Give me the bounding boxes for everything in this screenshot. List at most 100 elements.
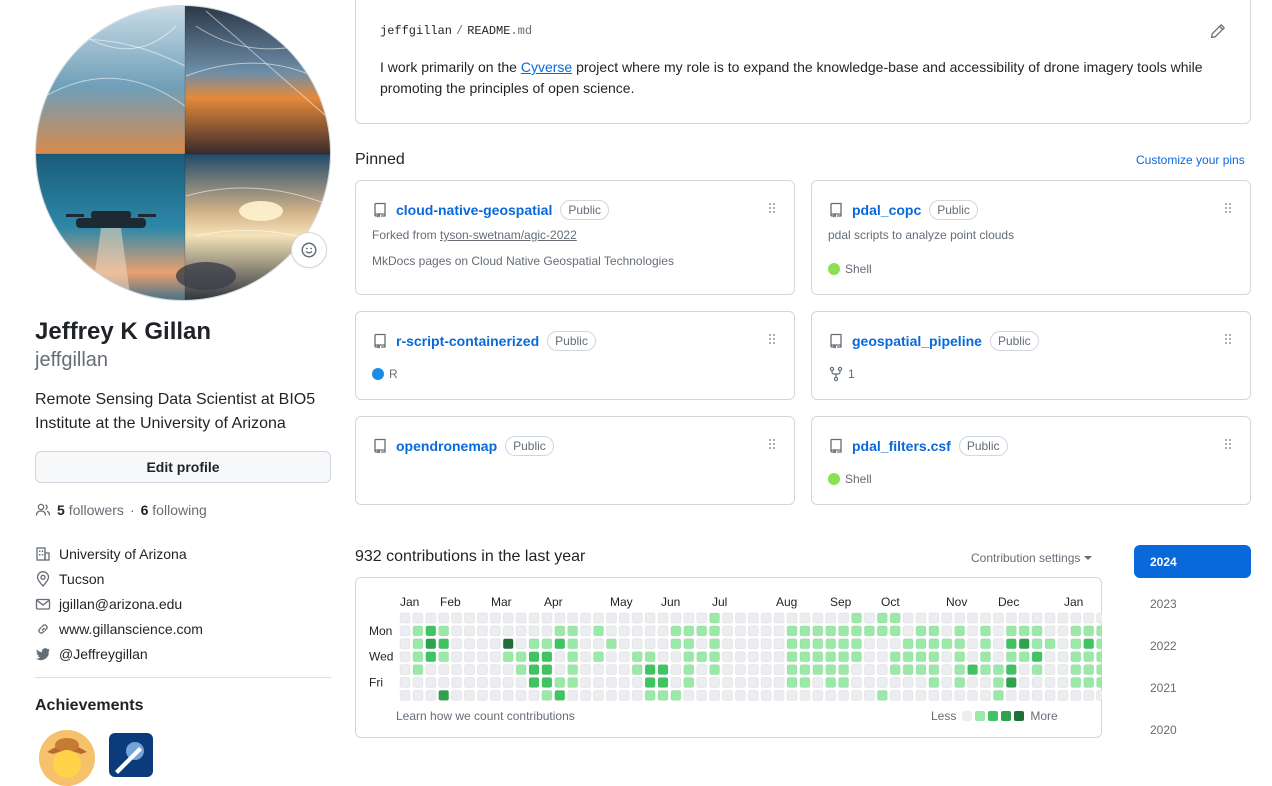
contribution-day[interactable] (670, 664, 682, 676)
contribution-day[interactable] (709, 677, 721, 688)
contribution-day[interactable] (928, 651, 940, 663)
contribution-day[interactable] (1031, 677, 1043, 688)
contribution-day[interactable] (915, 689, 927, 701)
contribution-day[interactable] (489, 689, 501, 701)
contribution-day[interactable] (825, 625, 837, 637)
contribution-day[interactable] (476, 664, 488, 676)
contribution-day[interactable] (1031, 612, 1043, 624)
contribution-day[interactable] (593, 664, 604, 676)
contribution-day[interactable] (734, 625, 746, 637)
contribution-day[interactable] (515, 638, 527, 650)
contribution-day[interactable] (799, 664, 811, 676)
contribution-day[interactable] (425, 612, 437, 624)
contribution-day[interactable] (464, 612, 475, 624)
contribution-day[interactable] (941, 677, 953, 688)
contribution-day[interactable] (980, 664, 991, 676)
contribution-day[interactable] (1096, 677, 1102, 688)
contribution-day[interactable] (747, 677, 759, 688)
twitter-link[interactable]: @Jeffreygillan (59, 646, 148, 662)
contribution-day[interactable] (489, 612, 501, 624)
contribution-day[interactable] (644, 651, 656, 663)
contribution-day[interactable] (1005, 664, 1017, 676)
contribution-day[interactable] (902, 664, 914, 676)
contribution-day[interactable] (915, 625, 927, 637)
contribution-day[interactable] (1005, 651, 1017, 663)
contribution-day[interactable] (1057, 625, 1069, 637)
contribution-day[interactable] (464, 651, 475, 663)
drag-grip-icon[interactable] (1224, 438, 1232, 450)
contribution-day[interactable] (476, 689, 488, 701)
contribution-day[interactable] (631, 638, 643, 650)
contribution-day[interactable] (567, 651, 579, 663)
contribution-day[interactable] (709, 664, 721, 676)
following-link[interactable]: 6 following (141, 501, 207, 519)
contribution-day[interactable] (528, 664, 540, 676)
contribution-day[interactable] (954, 677, 966, 688)
contribution-day[interactable] (412, 612, 424, 624)
contribution-day[interactable] (696, 638, 708, 650)
contribution-day[interactable] (412, 638, 424, 650)
contribution-day[interactable] (489, 664, 501, 676)
contribution-day[interactable] (928, 638, 940, 650)
contribution-day[interactable] (876, 677, 888, 688)
contribution-day[interactable] (399, 612, 411, 624)
contribution-day[interactable] (760, 689, 772, 701)
contribution-day[interactable] (593, 612, 604, 624)
contribution-day[interactable] (515, 625, 527, 637)
drag-grip-icon[interactable] (768, 333, 776, 345)
contribution-day[interactable] (915, 612, 927, 624)
contribution-day[interactable] (773, 689, 785, 701)
contribution-day[interactable] (1083, 651, 1095, 663)
contribution-day[interactable] (967, 612, 979, 624)
contribution-day[interactable] (464, 677, 475, 688)
contribution-day[interactable] (747, 651, 759, 663)
contribution-day[interactable] (734, 664, 746, 676)
contribution-day[interactable] (812, 625, 824, 637)
contribution-day[interactable] (1096, 638, 1102, 650)
contribution-day[interactable] (799, 689, 811, 701)
contribution-day[interactable] (954, 689, 966, 701)
contribution-day[interactable] (476, 677, 488, 688)
contribution-day[interactable] (941, 664, 953, 676)
edit-profile-button[interactable]: Edit profile (35, 451, 331, 483)
contribution-day[interactable] (902, 638, 914, 650)
contribution-day[interactable] (438, 689, 450, 701)
contribution-day[interactable] (515, 689, 527, 701)
contribution-day[interactable] (502, 638, 514, 650)
contribution-day[interactable] (399, 689, 411, 701)
contribution-day[interactable] (1018, 689, 1030, 701)
contribution-day[interactable] (567, 677, 579, 688)
contribution-day[interactable] (554, 677, 566, 688)
contribution-day[interactable] (786, 677, 798, 688)
contribution-day[interactable] (876, 612, 888, 624)
year-2024[interactable]: 2024 (1134, 545, 1251, 578)
contribution-day[interactable] (631, 664, 643, 676)
contribution-day[interactable] (683, 664, 695, 676)
contribution-day[interactable] (1031, 689, 1043, 701)
followers-link[interactable]: 5 followers (57, 501, 124, 519)
repo-name-link[interactable]: pdal_copc (852, 202, 921, 218)
contribution-day[interactable] (1031, 664, 1043, 676)
contribution-day[interactable] (722, 638, 733, 650)
contribution-day[interactable] (605, 625, 617, 637)
contribution-day[interactable] (554, 689, 566, 701)
year-2022[interactable]: 2022 (1134, 629, 1251, 662)
contribution-day[interactable] (502, 677, 514, 688)
contribution-day[interactable] (1083, 638, 1095, 650)
year-2023[interactable]: 2023 (1134, 587, 1251, 620)
contribution-day[interactable] (1044, 638, 1056, 650)
contribution-day[interactable] (838, 689, 850, 701)
contribution-day[interactable] (863, 677, 875, 688)
contribution-day[interactable] (1031, 625, 1043, 637)
contribution-day[interactable] (670, 689, 682, 701)
contribution-day[interactable] (980, 612, 991, 624)
contribution-day[interactable] (967, 677, 979, 688)
contribution-day[interactable] (980, 651, 991, 663)
contribution-day[interactable] (967, 638, 979, 650)
contribution-day[interactable] (528, 625, 540, 637)
contribution-day[interactable] (786, 651, 798, 663)
contribution-day[interactable] (696, 612, 708, 624)
contribution-day[interactable] (1018, 651, 1030, 663)
contribution-day[interactable] (618, 664, 630, 676)
contribution-day[interactable] (670, 677, 682, 688)
